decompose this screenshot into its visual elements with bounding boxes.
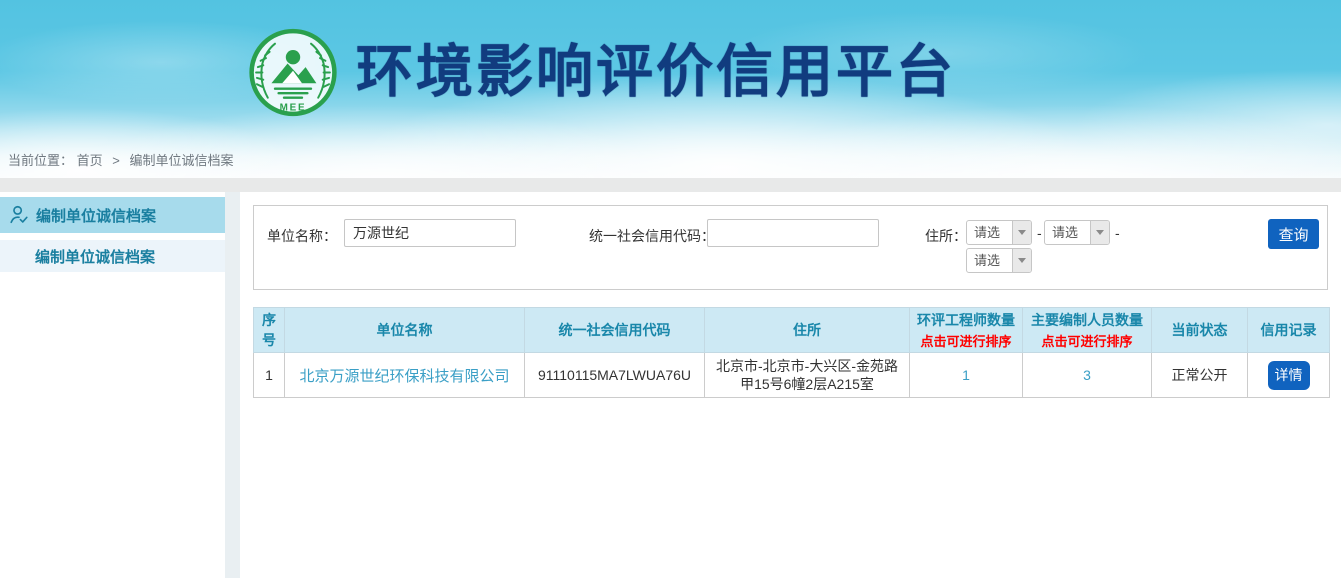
detail-button[interactable]: 详情	[1268, 361, 1310, 390]
company-link[interactable]: 北京万源世纪环保科技有限公司	[299, 368, 509, 385]
engineer-count-sort-hint[interactable]: 点击可进行排序	[912, 331, 1020, 350]
col-header-credit-code: 统一社会信用代码	[525, 308, 705, 353]
cell-index: 1	[254, 353, 285, 398]
header-divider-band	[0, 178, 1341, 192]
breadcrumb-current: 编制单位诚信档案	[130, 153, 234, 168]
unit-name-label: 单位名称：	[254, 226, 337, 246]
chevron-down-icon	[1018, 230, 1026, 235]
sidebar-subitem-unit-credit-archive[interactable]: 编制单位诚信档案	[0, 240, 225, 272]
address-province-select[interactable]: 请选择	[966, 220, 1032, 245]
engineer-count-label: 环评工程师数量	[912, 310, 1020, 330]
staff-count-sort-hint[interactable]: 点击可进行排序	[1025, 331, 1149, 350]
col-header-credit-record: 信用记录	[1248, 308, 1330, 353]
cell-credit-code: 91110115MA7LWUA76U	[525, 353, 705, 398]
content-area: 单位名称： 统一社会信用代码： 住所： 请选择 - 请选择 - 请选择 查询	[240, 192, 1341, 578]
brand: MEE 环境影响评价信用平台	[248, 25, 956, 120]
site-title: 环境影响评价信用平台	[356, 25, 956, 120]
cell-company: 北京万源世纪环保科技有限公司	[285, 353, 525, 398]
mee-logo-icon: MEE	[248, 25, 338, 120]
district-select-value: 请选择	[967, 249, 1012, 272]
col-header-engineer-count: 环评工程师数量 点击可进行排序	[910, 308, 1023, 353]
credit-code-input[interactable]	[707, 219, 879, 247]
cell-credit-record: 详情	[1248, 353, 1330, 398]
logo-mee-text: MEE	[280, 102, 307, 113]
staff-count-label: 主要编制人员数量	[1025, 310, 1149, 330]
col-header-address: 住所	[705, 308, 910, 353]
user-check-icon	[8, 204, 30, 226]
col-header-status: 当前状态	[1152, 308, 1248, 353]
sidebar-item-unit-credit-archive[interactable]: 编制单位诚信档案	[0, 197, 225, 233]
chevron-down-icon	[1096, 230, 1104, 235]
breadcrumb-separator: >	[112, 153, 120, 168]
sidebar-content-divider	[225, 192, 240, 578]
col-header-index: 序号	[254, 308, 285, 353]
unit-name-input[interactable]	[344, 219, 516, 247]
table-header-row: 序号 单位名称 统一社会信用代码 住所 环评工程师数量 点击可进行排序 主要编制…	[254, 308, 1330, 353]
breadcrumb: 当前位置： 首页 > 编制单位诚信档案	[8, 150, 234, 169]
province-select-value: 请选择	[967, 221, 1012, 244]
header-banner: MEE 环境影响评价信用平台 当前位置： 首页 > 编制单位诚信档案	[0, 0, 1341, 178]
chevron-down-icon	[1018, 258, 1026, 263]
city-select-value: 请选择	[1045, 221, 1090, 244]
results-table: 序号 单位名称 统一社会信用代码 住所 环评工程师数量 点击可进行排序 主要编制…	[253, 307, 1330, 398]
breadcrumb-home-link[interactable]: 首页	[77, 153, 103, 168]
city-select-arrow-button[interactable]	[1090, 221, 1109, 244]
address-dash-1: -	[1037, 225, 1042, 241]
address-district-select[interactable]: 请选择	[966, 248, 1032, 273]
col-header-company: 单位名称	[285, 308, 525, 353]
cell-engineer-count: 1	[910, 353, 1023, 398]
search-panel: 单位名称： 统一社会信用代码： 住所： 请选择 - 请选择 - 请选择 查询	[253, 205, 1328, 290]
engineer-count-link[interactable]: 1	[962, 367, 970, 383]
breadcrumb-prefix: 当前位置：	[8, 153, 73, 168]
col-header-staff-count: 主要编制人员数量 点击可进行排序	[1023, 308, 1152, 353]
staff-count-link[interactable]: 3	[1083, 367, 1091, 383]
address-dash-2: -	[1115, 225, 1120, 241]
table-row: 1 北京万源世纪环保科技有限公司 91110115MA7LWUA76U 北京市-…	[254, 353, 1330, 398]
province-select-arrow-button[interactable]	[1012, 221, 1031, 244]
address-city-select[interactable]: 请选择	[1044, 220, 1110, 245]
cell-staff-count: 3	[1023, 353, 1152, 398]
sidebar: 编制单位诚信档案 编制单位诚信档案	[0, 192, 225, 578]
credit-code-label: 统一社会信用代码：	[589, 226, 715, 246]
sidebar-item-label: 编制单位诚信档案	[36, 205, 156, 226]
district-select-arrow-button[interactable]	[1012, 249, 1031, 272]
address-label: 住所：	[925, 226, 967, 246]
cell-address: 北京市-北京市-大兴区-金苑路甲15号6幢2层A215室	[705, 353, 910, 398]
query-button[interactable]: 查询	[1268, 219, 1319, 249]
sidebar-subitem-label: 编制单位诚信档案	[35, 246, 155, 267]
cell-status: 正常公开	[1152, 353, 1248, 398]
